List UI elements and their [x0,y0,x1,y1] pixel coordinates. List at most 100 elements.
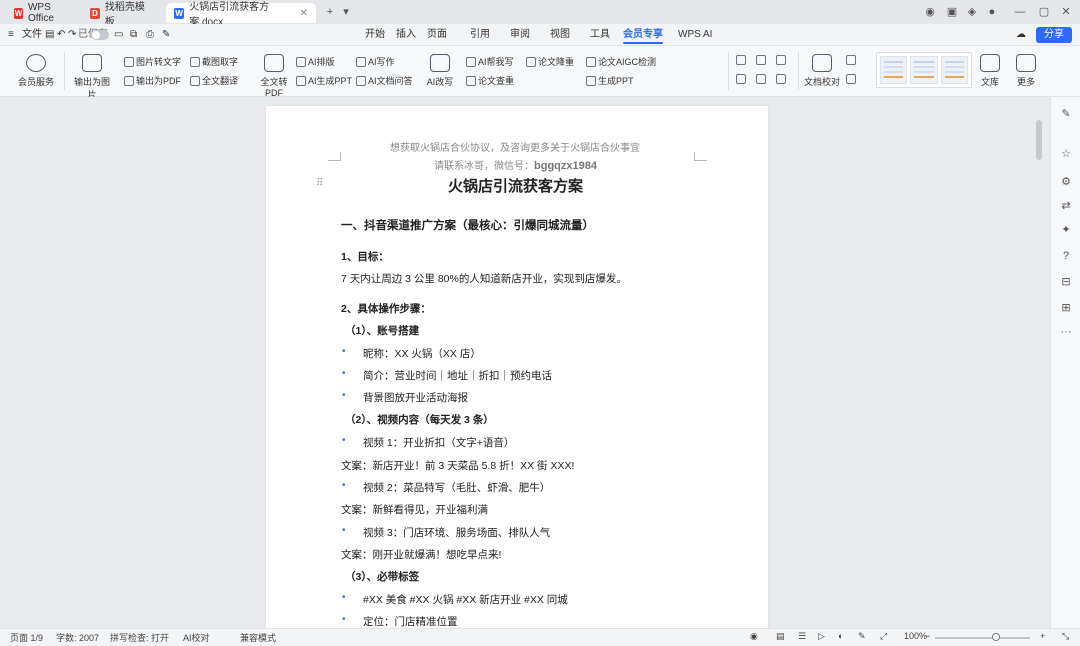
table-icon[interactable] [756,55,766,65]
tab-member[interactable]: 会员专享 [623,24,663,45]
auto-save-toggle[interactable] [91,30,109,40]
export-image-button[interactable]: 输出为图片 [70,54,114,101]
record-icon[interactable]: ◉ [922,4,938,20]
resume-button[interactable] [846,55,856,65]
tab-tools[interactable]: 工具 [590,24,610,45]
template-thumb[interactable] [910,56,938,84]
aigc-detect-button[interactable]: 论文AIGC检测 [586,55,656,68]
layout-icon[interactable]: ▣ [944,4,960,20]
reduce-duplicate-button[interactable]: 论文降重 [526,55,574,68]
plagiarism-check-button[interactable]: 论文查重 [466,74,514,87]
zoom-slider[interactable] [935,637,1030,639]
web-view-icon[interactable]: ◐ [838,631,843,641]
magic-icon[interactable]: ✦ [1059,223,1073,237]
avatar[interactable]: ● [984,4,1000,20]
drag-handle-icon[interactable]: ⠿ [316,178,323,189]
page-indicator[interactable]: 页面 1/9 [10,631,43,644]
ai-rewrite-button[interactable]: AI改写 [418,54,462,88]
outline-icon[interactable]: ☰ [798,631,806,642]
tab-wps-office[interactable]: W WPS Office [6,2,78,24]
copy-icon[interactable]: ⧉ [130,24,137,45]
member-service-button[interactable]: 会员服务 [14,54,58,88]
tab-view[interactable]: 视图 [550,24,570,45]
page-view-icon[interactable]: ▤ [776,631,785,642]
tab-list-button[interactable]: ▾ [338,4,354,20]
export-pdf-button[interactable]: 输出为PDF [124,74,181,87]
ai-help-write-button[interactable]: AI帮我写 [466,55,514,68]
tab-wps-ai[interactable]: WPS AI [678,24,712,45]
grid-icon[interactable] [756,74,766,84]
new-tab-button[interactable]: + [322,4,338,20]
cloud-icon[interactable]: ☁ [1016,24,1026,45]
tab-insert[interactable]: 插入 [396,24,416,45]
full-translate-button[interactable]: 全文翻译 [190,74,238,87]
format-painter-icon[interactable]: ✎ [162,24,170,45]
document-page[interactable]: 想获取火锅店合伙协议，及咨询更多关于火锅店合伙事宜 请联系冰哥，微信号：bggq… [266,106,768,628]
hamburger-icon[interactable]: ≡ [8,24,14,45]
chart-icon[interactable] [776,55,786,65]
generate-ppt-button[interactable]: 生成PPT [586,74,634,87]
minimize-button[interactable]: — [1012,4,1028,20]
image-to-text-button[interactable]: 图片转文字 [124,55,181,68]
tab-references[interactable]: 引用 [470,24,490,45]
print-preview-icon[interactable]: ⎙ [146,24,154,45]
tab-home[interactable]: 开始 [365,24,385,45]
translate-icon [190,75,200,86]
zoom-slider-thumb[interactable] [992,633,1000,641]
zoom-level[interactable]: 100% [904,631,927,641]
undo-icon[interactable]: ↶ [57,24,65,45]
ai-proofread-status[interactable]: AI校对 [183,631,210,644]
template-gallery[interactable] [876,52,972,88]
adjust-icon[interactable]: ⚙ [1059,175,1073,189]
play-icon[interactable]: ▷ [818,631,825,642]
ai-ppt-button[interactable]: AI生成PPT [296,74,352,87]
align-icon[interactable] [736,55,746,65]
maximize-button[interactable]: ▢ [1036,4,1052,20]
tab-review[interactable]: 审阅 [510,24,530,45]
fit-icon[interactable]: ⤢ [880,631,887,642]
ribbon-label: 文库 [980,77,999,87]
template-button[interactable] [846,74,856,84]
share-button[interactable]: 分享 [1036,27,1072,43]
redo-icon[interactable]: ↷ [68,24,76,45]
translate-icon[interactable]: ⇄ [1059,199,1073,213]
spellcheck-status[interactable]: 拼写检查: 打开 [110,631,169,644]
proofread-button[interactable]: 文档校对 [800,54,844,88]
ai-qa-button[interactable]: AI文档问答 [356,74,413,87]
pen-icon[interactable]: ✎ [1059,107,1073,121]
zoom-in-button[interactable]: + [1040,631,1045,641]
help-icon[interactable]: ? [1059,249,1073,263]
more-button[interactable]: 更多 [1004,54,1048,88]
fullscreen-icon[interactable]: ⤡ [1062,631,1069,642]
eye-icon[interactable]: ◉ [750,631,758,642]
convert-pdf-button[interactable]: 全文转PDF [252,54,296,98]
tab-docer[interactable]: D 找稻壳模板 [82,2,158,28]
more-icon[interactable]: ··· [1059,325,1073,339]
more-options-icon[interactable] [776,74,786,84]
close-tab-icon[interactable]: ✕ [300,8,308,19]
tab-document[interactable]: W 火锅店引流获客方案.docx ✕ [166,2,316,28]
zoom-out-button[interactable]: − [925,631,930,641]
save-icon[interactable]: ▤ [45,24,54,45]
file-menu[interactable]: 文件 [22,24,42,45]
ribbon-label: AI生成PPT [308,76,353,86]
vertical-scrollbar[interactable] [1036,120,1042,160]
copy-text: 文案：刚开业就爆满！想吃早点来! [341,549,502,561]
pen-mode-icon[interactable]: ✎ [858,631,866,642]
ai-layout-button[interactable]: AI排版 [296,55,335,68]
list-icon[interactable] [736,74,746,84]
template-thumb[interactable] [940,56,968,84]
close-window-button[interactable]: ✕ [1058,4,1074,20]
skin-icon[interactable]: ◈ [964,4,980,20]
pen-icon [466,56,476,67]
screenshot-ocr-button[interactable]: 截图取字 [190,55,238,68]
rewrite-icon [430,54,450,72]
share-icon[interactable]: ⊞ [1059,301,1073,315]
ai-write-button[interactable]: AI写作 [356,55,395,68]
print-icon[interactable]: ▭ [114,24,123,45]
compare-icon[interactable]: ⊟ [1059,275,1073,289]
star-icon[interactable]: ☆ [1059,147,1073,161]
template-thumb[interactable] [880,56,908,84]
tab-layout[interactable]: 页面 [427,24,447,45]
word-count[interactable]: 字数: 2007 [56,631,99,644]
